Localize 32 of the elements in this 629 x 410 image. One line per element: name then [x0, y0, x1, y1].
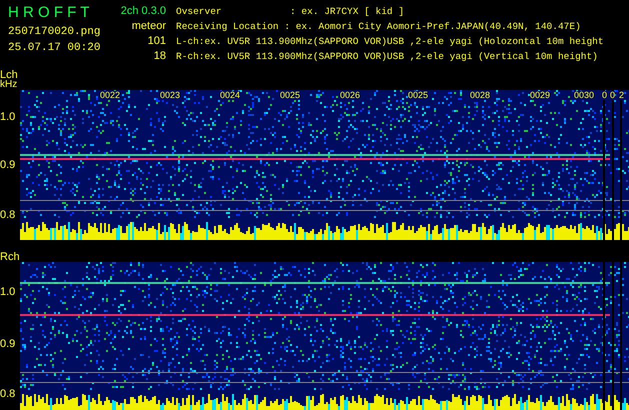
time-label: 0030: [574, 91, 594, 100]
frequency-label: 1.0: [0, 112, 16, 123]
time-label: 0026: [340, 91, 360, 100]
frequency-label: 0.9: [0, 160, 16, 171]
info-line: Receiving Location : ex. Aomori City Aomori-Pref.JAPAN(40.49N, 140.47E): [176, 20, 582, 34]
frequency-label: 0.9: [0, 339, 16, 350]
time-label: 0024: [220, 91, 240, 100]
file-name: 2507170020.png: [8, 25, 102, 40]
frequency-label: 1.0: [0, 287, 16, 298]
time-label: 0: [610, 91, 616, 100]
time-label: 0022: [100, 91, 120, 100]
timestamp: 25.07.17 00:20: [8, 41, 102, 56]
time-label: 0025: [280, 91, 300, 100]
app-title: H R O F F T: [8, 4, 90, 22]
right-count: 18: [154, 49, 166, 64]
mode-label: meteor: [132, 19, 166, 34]
left-count: 101: [148, 34, 166, 49]
channel-label: Lch: [0, 70, 19, 80]
frequency-label: 0.8: [0, 210, 16, 221]
unit-label: kHz: [0, 80, 18, 90]
info-line: Ovserver : ex. JR7CYX [ kid ]: [176, 5, 406, 19]
frequency-label: 0.8: [0, 389, 16, 400]
version-label: 2ch 0.3.0: [120, 4, 166, 19]
time-label: 2: [619, 91, 624, 100]
channel-label: Rch: [0, 252, 21, 262]
time-label: 0029: [530, 91, 550, 100]
time-label: 0023: [160, 91, 180, 100]
info-line: L-ch:ex. UV5R 113.900Mhz(SAPPORO VOR)USB ,2-ele yagi (Holozontal 10m height: [176, 35, 604, 49]
time-label: 0025: [408, 91, 428, 100]
time-label: 0028: [470, 91, 490, 100]
time-label: 0: [602, 91, 608, 100]
info-line: R-ch:ex. UV5R 113.900Mhz(SAPPORO VOR)USB ,2-ele yagi (Vertical 10m height): [176, 50, 599, 64]
